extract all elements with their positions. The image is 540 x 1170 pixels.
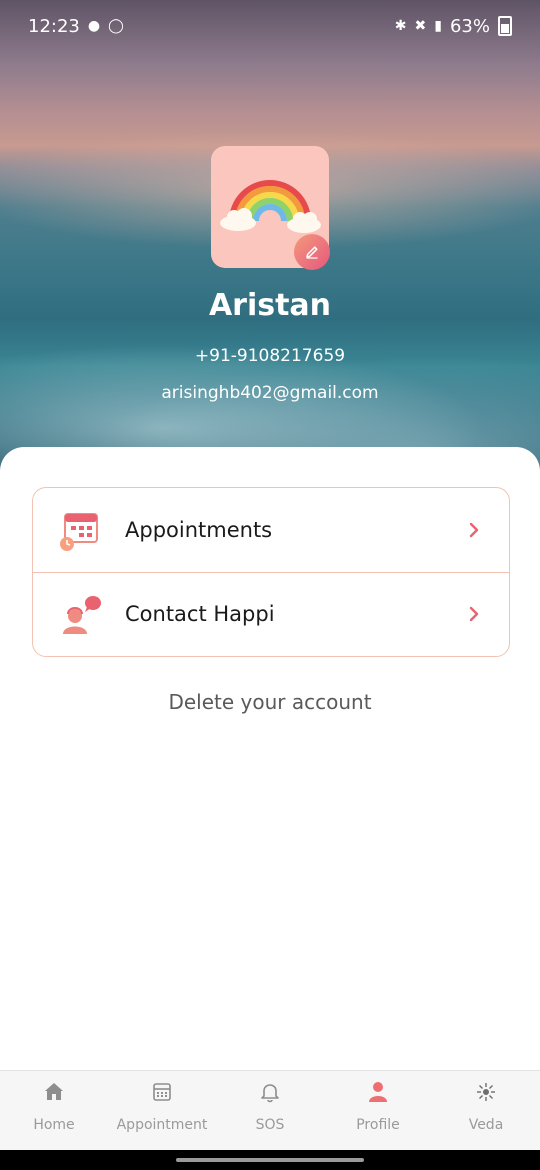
tab-label: Profile [356, 1117, 400, 1133]
calendar-icon [153, 1083, 171, 1101]
system-navigation-bar [0, 1150, 540, 1170]
battery-percent: 63% [449, 15, 490, 37]
menu-item-label: Contact Happi [125, 602, 275, 626]
home-icon [45, 1083, 63, 1100]
mute-icon: ✖ [414, 18, 427, 34]
status-bar: 12:23 ● ◯ ✱ ✖ ▮ 63% [28, 14, 512, 38]
chevron-right-icon [469, 522, 479, 538]
tab-appointment[interactable]: Appointment [108, 1071, 216, 1151]
person-icon [369, 1082, 387, 1102]
tab-label: Veda [468, 1117, 504, 1133]
tab-label: Appointment [116, 1117, 208, 1133]
menu-item-label: Appointments [125, 518, 273, 542]
tab-profile[interactable]: Profile [324, 1071, 432, 1151]
chevron-right-icon [469, 606, 479, 622]
rainbow-icon [220, 180, 321, 233]
tab-label: Home [33, 1117, 75, 1133]
battery-icon [498, 16, 512, 36]
calendar-icon [60, 513, 98, 551]
menu-item-appointments[interactable]: Appointments [33, 488, 509, 573]
delete-account-link[interactable]: Delete your account [0, 690, 540, 714]
signal-icon: ▮ [434, 18, 442, 34]
profile-phone: +91-9108217659 [194, 346, 346, 366]
message-icon: ● [87, 18, 101, 34]
profile-menu-card: Appointments Contact Happi [32, 487, 510, 657]
bottom-tab-bar: Home Appointment SOS Profile Veda [0, 1070, 540, 1151]
bluetooth-icon: ✱ [394, 18, 407, 34]
menu-item-contact-happi[interactable]: Contact Happi [33, 572, 509, 656]
tab-sos[interactable]: SOS [216, 1071, 324, 1151]
whatsapp-icon: ◯ [108, 18, 124, 34]
edit-avatar-button[interactable] [294, 234, 330, 270]
profile-email: arisinghb402@gmail.com [161, 383, 379, 403]
support-chat-icon [63, 596, 101, 634]
bell-icon [261, 1084, 279, 1103]
tab-label: SOS [255, 1117, 285, 1133]
home-gesture-handle[interactable] [176, 1158, 364, 1162]
pencil-icon [306, 246, 318, 259]
tab-home[interactable]: Home [0, 1071, 108, 1151]
profile-name: Aristan [208, 288, 332, 323]
tab-veda[interactable]: Veda [432, 1071, 540, 1151]
status-time: 12:23 [28, 15, 80, 37]
veda-icon [477, 1083, 495, 1101]
